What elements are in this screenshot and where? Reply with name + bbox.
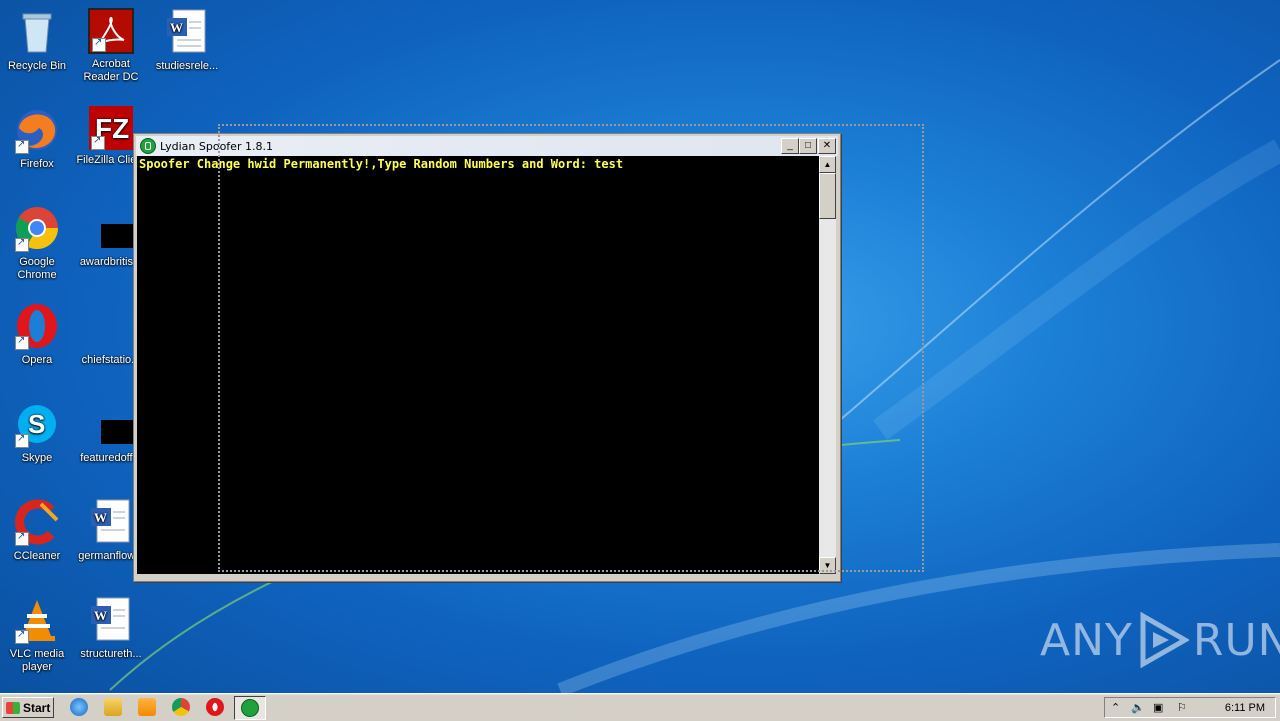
svg-text:S: S bbox=[28, 409, 45, 439]
volume-icon[interactable]: 🔈 bbox=[1131, 701, 1145, 714]
svg-text:W: W bbox=[170, 20, 183, 35]
file-explorer-icon[interactable] bbox=[104, 698, 122, 716]
ccleaner-icon bbox=[13, 498, 61, 546]
horizontal-scrollbar[interactable] bbox=[137, 574, 819, 579]
file-icon bbox=[87, 302, 135, 350]
system-tray: ⌃ 🔈 ▣ ⚐ 6:11 PM bbox=[1104, 697, 1276, 718]
desktop-icon-firefox[interactable]: Firefox bbox=[0, 106, 74, 171]
desktop-icon-skype[interactable]: S Skype bbox=[0, 400, 74, 465]
maximize-button[interactable]: □ bbox=[799, 138, 817, 154]
word-document-icon: W bbox=[163, 8, 211, 56]
desktop-icon-structureth[interactable]: W structureth... bbox=[74, 596, 148, 661]
scroll-thumb[interactable] bbox=[819, 173, 836, 219]
taskbar: Start ⌃ 🔈 ▣ ⚐ 6:11 PM bbox=[0, 693, 1280, 721]
lydian-spoofer-icon bbox=[140, 138, 156, 154]
desktop-icon-recycle-bin[interactable]: Recycle Bin bbox=[0, 8, 74, 73]
anyrun-watermark: ANY RUN bbox=[1040, 612, 1280, 668]
desktop-icon-ccleaner[interactable]: CCleaner bbox=[0, 498, 74, 563]
desktop-icon-opera[interactable]: Opera bbox=[0, 302, 74, 367]
acrobat-reader-icon bbox=[88, 8, 134, 54]
svg-text:W: W bbox=[94, 510, 107, 525]
windows-flag-icon bbox=[6, 701, 20, 714]
start-label: Start bbox=[23, 700, 51, 715]
start-button[interactable]: Start bbox=[2, 697, 54, 718]
vertical-scrollbar[interactable]: ▲ ▼ bbox=[819, 156, 836, 574]
file-icon bbox=[87, 400, 161, 448]
chevron-up-icon[interactable]: ⌃ bbox=[1111, 701, 1120, 714]
firefox-icon bbox=[13, 106, 61, 154]
opera-icon[interactable] bbox=[206, 698, 224, 716]
internet-explorer-icon[interactable] bbox=[70, 698, 88, 716]
desktop-icon-chrome[interactable]: Google Chrome bbox=[0, 204, 74, 282]
scroll-down-arrow-icon[interactable]: ▼ bbox=[819, 557, 836, 574]
desktop-icon-studiesrele[interactable]: W studiesrele... bbox=[150, 8, 224, 73]
action-center-flag-icon[interactable]: ⚐ bbox=[1177, 701, 1187, 714]
spoofer-console-window[interactable]: Lydian Spoofer 1.8.1 _ □ ✕ Spoofer Chang… bbox=[133, 133, 841, 582]
network-icon[interactable]: ▣ bbox=[1153, 701, 1163, 714]
console-output[interactable]: Spoofer Change hwid Permanently!,Type Ra… bbox=[137, 156, 819, 574]
file-icon bbox=[87, 204, 161, 252]
clock[interactable]: 6:11 PM bbox=[1225, 702, 1265, 714]
window-titlebar[interactable]: Lydian Spoofer 1.8.1 _ □ ✕ bbox=[136, 136, 838, 156]
skype-icon: S bbox=[13, 400, 61, 448]
word-document-icon: W bbox=[87, 498, 135, 546]
window-title: Lydian Spoofer 1.8.1 bbox=[160, 139, 273, 153]
watermark-left-text: ANY bbox=[1040, 614, 1133, 666]
play-icon bbox=[1140, 612, 1189, 668]
scroll-up-arrow-icon[interactable]: ▲ bbox=[819, 156, 836, 173]
lydian-spoofer-icon bbox=[241, 699, 259, 717]
recycle-bin-icon bbox=[13, 8, 61, 56]
minimize-button[interactable]: _ bbox=[781, 138, 799, 154]
vlc-icon bbox=[13, 596, 61, 644]
watermark-right-text: RUN bbox=[1192, 614, 1280, 666]
taskbar-item-lydian-spoofer[interactable] bbox=[234, 696, 266, 720]
filezilla-icon: FZ bbox=[89, 106, 133, 150]
word-document-icon: W bbox=[87, 596, 135, 644]
chrome-icon bbox=[13, 204, 61, 252]
opera-icon bbox=[13, 302, 61, 350]
media-player-icon[interactable] bbox=[138, 698, 156, 716]
svg-text:W: W bbox=[94, 608, 107, 623]
desktop-icon-vlc[interactable]: VLC media player bbox=[0, 596, 74, 674]
desktop-icon-acrobat[interactable]: Acrobat Reader DC bbox=[74, 8, 148, 84]
close-button[interactable]: ✕ bbox=[818, 138, 836, 154]
chrome-icon[interactable] bbox=[172, 698, 190, 716]
